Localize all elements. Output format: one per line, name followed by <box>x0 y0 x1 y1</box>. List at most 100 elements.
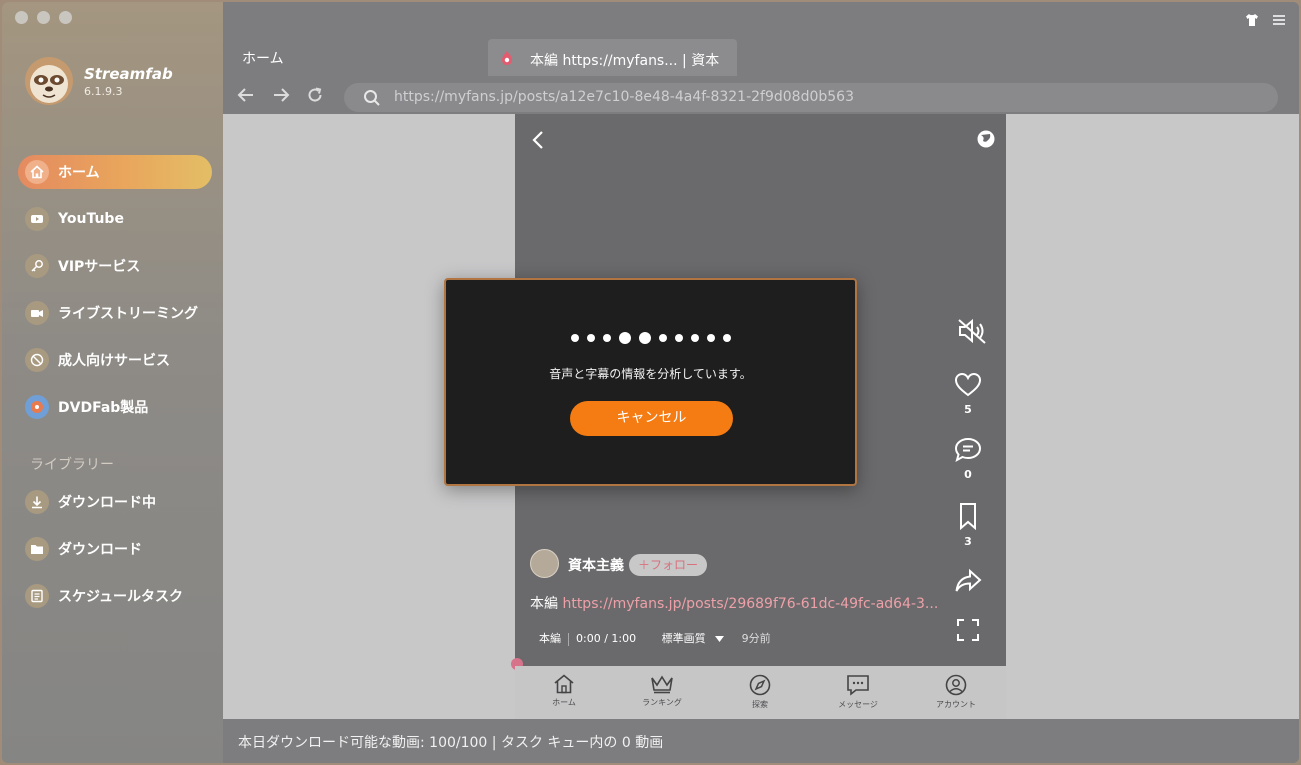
loading-dot <box>690 334 699 342</box>
loading-dot <box>706 334 715 342</box>
author-name[interactable]: 資本主義 <box>568 555 624 575</box>
share-icon <box>955 568 982 592</box>
site-nav-home[interactable]: ホーム <box>534 674 594 708</box>
loading-dot <box>658 334 667 342</box>
comment-count: 0 <box>964 468 972 481</box>
bookmark-icon <box>960 503 976 531</box>
sidebar-item-label: ホーム <box>58 165 100 181</box>
site-nav-ranking[interactable]: ランキング <box>632 674 692 708</box>
sidebar-item-label: YouTube <box>58 211 124 227</box>
site-nav-label: ランキング <box>642 698 682 707</box>
comment-icon <box>954 437 982 463</box>
sidebar-item-dvdfab[interactable]: DVDFab製品 <box>18 390 212 424</box>
loading-dot <box>638 332 651 344</box>
playback-time: 0:00 / 1:00 <box>576 632 637 645</box>
follow-button[interactable]: ＋フォロー <box>629 554 707 576</box>
myfans-favicon-icon <box>502 51 512 65</box>
dialog-message: 音声と字幕の情報を分析しています。 <box>549 367 752 381</box>
post-description: 本編 https://myfans.jp/posts/29689f76-61dc… <box>530 593 940 613</box>
compass-icon <box>749 674 771 696</box>
home-icon <box>25 160 49 184</box>
dvdfab-icon <box>25 395 49 419</box>
site-nav-label: メッセージ <box>838 700 878 709</box>
tab-active[interactable]: 本編 https://myfans... | 資本主 <box>488 39 737 76</box>
status-bar: 本日ダウンロード可能な動画: 100/100 | タスク キュー内の 0 動画 <box>223 719 1299 763</box>
menu-icon[interactable] <box>1272 13 1286 27</box>
heart-icon <box>954 372 982 397</box>
brand: Streamfab 6.1.9.3 <box>24 56 214 112</box>
fullscreen-button[interactable] <box>948 618 988 646</box>
search-icon <box>364 90 380 106</box>
bookmark-button[interactable]: 3 <box>948 502 988 548</box>
site-nav-messages[interactable]: メッセージ <box>828 674 888 710</box>
sidebar: Streamfab 6.1.9.3 ホーム YouTube VIPサービス ライ… <box>2 2 223 763</box>
post-prefix: 本編 <box>530 596 563 612</box>
sidebar-item-vip[interactable]: VIPサービス <box>18 249 212 283</box>
bookmark-count: 3 <box>964 535 972 548</box>
site-nav-account[interactable]: アカウント <box>926 674 986 710</box>
sidebar-item-downloaded[interactable]: ダウンロード <box>18 532 212 566</box>
download-icon <box>25 490 49 514</box>
quality-select[interactable]: 標準画質 <box>662 632 725 645</box>
status-text: 本日ダウンロード可能な動画: 100/100 | タスク キュー内の 0 動画 <box>238 735 664 751</box>
address-bar: https://myfans.jp/posts/a12e7c10-8e48-4a… <box>223 78 1299 114</box>
loading-dot <box>570 334 579 342</box>
home-icon <box>554 674 574 694</box>
forward-arrow-icon[interactable] <box>272 87 290 103</box>
sidebar-item-schedule[interactable]: スケジュールタスク <box>18 579 212 613</box>
divider <box>568 632 569 646</box>
url-input[interactable]: https://myfans.jp/posts/a12e7c10-8e48-4a… <box>344 83 1278 112</box>
site-nav-explore[interactable]: 探索 <box>730 674 790 710</box>
folder-icon <box>25 537 49 561</box>
post-back-icon[interactable] <box>532 130 544 150</box>
post-type: 本編 <box>539 632 561 645</box>
tab-home[interactable]: ホーム <box>242 48 284 68</box>
site-bottom-nav: ホーム ランキング 探索 メッセージ アカウント <box>515 666 1006 719</box>
sidebar-item-label: スケジュールタスク <box>58 589 184 605</box>
site-nav-label: 探索 <box>752 700 768 709</box>
app-version: 6.1.9.3 <box>84 85 123 98</box>
comment-button[interactable]: 0 <box>948 437 988 481</box>
sidebar-item-label: 成人向けサービス <box>58 353 170 369</box>
sidebar-item-label: DVDFab製品 <box>58 400 149 416</box>
loading-dot <box>618 332 631 344</box>
camera-icon <box>25 301 49 325</box>
sidebar-item-youtube[interactable]: YouTube <box>18 202 212 236</box>
sidebar-item-label: ライブストリーミング <box>58 306 198 322</box>
sidebar-item-live[interactable]: ライブストリーミング <box>18 296 212 330</box>
back-arrow-icon[interactable] <box>237 87 255 103</box>
cancel-button[interactable]: キャンセル <box>570 401 733 436</box>
reload-icon[interactable] <box>307 87 323 103</box>
tab-title: 本編 https://myfans... | 資本主 <box>530 53 720 69</box>
account-icon <box>945 674 967 696</box>
schedule-icon <box>25 584 49 608</box>
author-avatar[interactable] <box>530 549 559 578</box>
like-count: 5 <box>964 403 972 416</box>
loading-indicator <box>446 332 855 344</box>
like-button[interactable]: 5 <box>948 372 988 416</box>
site-nav-label: ホーム <box>552 698 576 707</box>
sidebar-item-adult[interactable]: 成人向けサービス <box>18 343 212 377</box>
post-age: 9分前 <box>741 632 771 645</box>
sidebar-item-label: ダウンロード中 <box>58 495 156 511</box>
quality-label: 標準画質 <box>661 632 706 645</box>
adult-icon <box>25 348 49 372</box>
sidebar-item-label: ダウンロード <box>58 542 142 558</box>
share-button[interactable] <box>948 568 988 598</box>
post-link[interactable]: https://myfans.jp/posts/29689f76-61dc-49… <box>562 596 938 612</box>
mute-button[interactable] <box>952 317 992 349</box>
speaker-muted-icon <box>958 318 986 344</box>
post-meta: 本編 0:00 / 1:00 標準画質 9分前 <box>539 630 771 646</box>
loading-dot <box>674 334 683 342</box>
chevron-down-icon <box>715 636 725 642</box>
loading-dot <box>722 334 731 342</box>
close-window-button[interactable] <box>15 11 28 24</box>
youtube-icon <box>25 207 49 231</box>
zoom-window-button[interactable] <box>59 11 72 24</box>
sidebar-item-downloading[interactable]: ダウンロード中 <box>18 485 212 519</box>
minimize-window-button[interactable] <box>37 11 50 24</box>
sidebar-item-home[interactable]: ホーム <box>18 155 212 189</box>
skin-shirt-icon[interactable] <box>1245 13 1259 27</box>
globe-icon[interactable] <box>976 129 996 149</box>
loading-dot <box>586 334 595 342</box>
